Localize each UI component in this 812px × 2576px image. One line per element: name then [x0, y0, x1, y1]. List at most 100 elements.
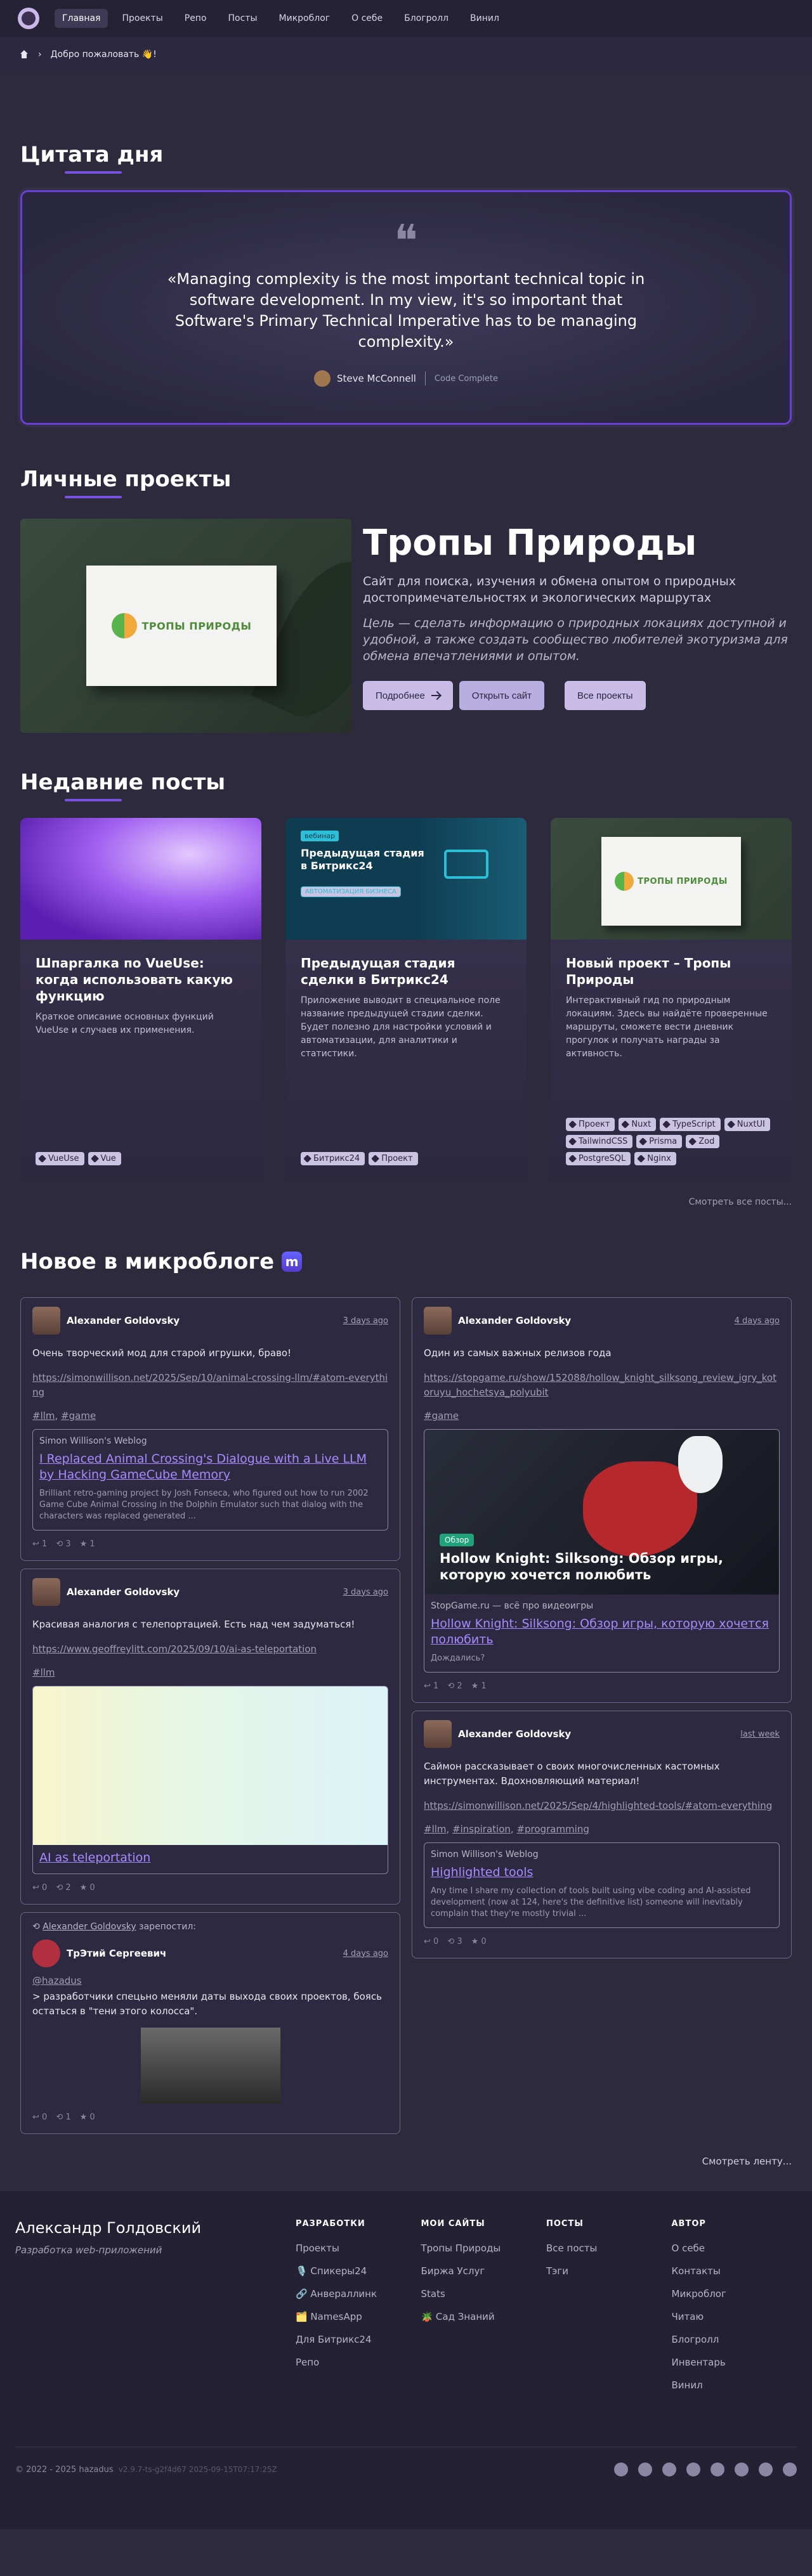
footer-link[interactable]: 🗂️ NamesApp: [296, 2311, 421, 2322]
avatar[interactable]: [32, 1307, 60, 1335]
link-card[interactable]: Simon Willison's Weblog Highlighted tool…: [424, 1842, 780, 1928]
github-icon[interactable]: [662, 2463, 676, 2476]
boost-icon[interactable]: ⟲ 3: [56, 1539, 70, 1549]
nav-home[interactable]: Главная: [55, 9, 108, 28]
reply-icon[interactable]: ↩ 1: [424, 1681, 438, 1691]
footer-link[interactable]: Микроблог: [672, 2288, 797, 2300]
boost-icon[interactable]: ⟲ 2: [56, 1883, 70, 1893]
tag[interactable]: Nuxt: [619, 1118, 657, 1131]
hashtag[interactable]: #inspiration: [452, 1823, 511, 1835]
footer-link[interactable]: Тэги: [546, 2265, 672, 2277]
footer-link[interactable]: Тропы Природы: [421, 2243, 546, 2254]
hashtag[interactable]: #llm: [32, 1410, 55, 1421]
post-title[interactable]: Новый проект – Тропы Природы: [566, 955, 776, 988]
footer-link[interactable]: Инвентарь: [672, 2357, 797, 2368]
footer-link[interactable]: Stats: [421, 2288, 546, 2300]
bluesky-icon[interactable]: [710, 2463, 724, 2476]
avatar[interactable]: [32, 1939, 60, 1967]
hashtag[interactable]: #programming: [516, 1823, 589, 1835]
post-card[interactable]: вебинар Предыдущая стадия в Битрикс24 АВ…: [285, 818, 527, 1179]
hashtag[interactable]: #game: [424, 1410, 459, 1421]
nav-blogroll[interactable]: Блогролл: [396, 9, 456, 28]
boost-icon[interactable]: ⟲ 1: [56, 2113, 70, 2122]
boost-icon[interactable]: ⟲ 2: [447, 1681, 462, 1691]
footer-link[interactable]: 🔗 Анвераллинк: [296, 2288, 421, 2300]
boost-icon[interactable]: ⟲ 3: [447, 1937, 462, 1946]
mention[interactable]: @hazadus: [32, 1974, 388, 1988]
reply-icon[interactable]: ↩ 0: [32, 1883, 47, 1893]
footer-link[interactable]: О себе: [672, 2243, 797, 2254]
hashtag[interactable]: #llm: [32, 1667, 55, 1678]
toot-time[interactable]: 4 days ago: [343, 1949, 388, 1958]
tag[interactable]: Nginx: [634, 1152, 676, 1165]
toot-link[interactable]: https://simonwillison.net/2025/Sep/4/hig…: [424, 1799, 780, 1813]
reply-icon[interactable]: ↩ 1: [32, 1539, 47, 1549]
star-icon[interactable]: ★ 1: [471, 1681, 487, 1691]
hashtag[interactable]: #llm: [424, 1823, 447, 1835]
card-title[interactable]: AI as teleportation: [33, 1845, 388, 1874]
nav-vinyl[interactable]: Винил: [462, 9, 507, 28]
footer-link[interactable]: Винил: [672, 2379, 797, 2391]
mastodon-icon[interactable]: m: [282, 1252, 303, 1272]
tag[interactable]: Проект: [566, 1118, 615, 1131]
tag[interactable]: Битрикс24: [301, 1152, 365, 1165]
toot-link[interactable]: https://simonwillison.net/2025/Sep/10/an…: [32, 1371, 388, 1400]
telegram-icon[interactable]: [614, 2463, 628, 2476]
toot-time[interactable]: 3 days ago: [343, 1588, 388, 1597]
toot-time[interactable]: 3 days ago: [343, 1316, 388, 1326]
rss-icon[interactable]: [735, 2463, 749, 2476]
author-name[interactable]: Alexander Goldovsky: [458, 1315, 728, 1326]
home-icon[interactable]: [19, 50, 29, 59]
footer-link[interactable]: Для Битрикс24: [296, 2334, 421, 2345]
footer-link[interactable]: Контакты: [672, 2265, 797, 2277]
toot-link[interactable]: https://stopgame.ru/show/152088/hollow_k…: [424, 1371, 780, 1400]
star-icon[interactable]: ★ 1: [80, 1539, 95, 1549]
project-image[interactable]: ТРОПЫ ПРИРОДЫ: [20, 519, 351, 733]
post-title[interactable]: Шпаргалка по VueUse: когда использовать …: [36, 955, 246, 1004]
mastodon-icon[interactable]: [686, 2463, 700, 2476]
footer-link[interactable]: Репо: [296, 2357, 421, 2368]
card-title[interactable]: Hollow Knight: Silksong: Обзор игры, кот…: [424, 1611, 779, 1648]
toot-time[interactable]: last week: [740, 1730, 780, 1739]
reply-icon[interactable]: ↩ 0: [424, 1937, 438, 1946]
nav-microblog[interactable]: Микроблог: [272, 9, 338, 28]
lastfm-icon[interactable]: [759, 2463, 773, 2476]
footer-link[interactable]: Проекты: [296, 2243, 421, 2254]
avatar[interactable]: [424, 1720, 452, 1748]
toot-link[interactable]: https://www.geoffreylitt.com/2025/09/10/…: [32, 1642, 388, 1657]
see-feed-link[interactable]: Смотреть ленту...: [20, 2156, 792, 2167]
nav-about[interactable]: О себе: [344, 9, 390, 28]
hashtag[interactable]: #game: [61, 1410, 96, 1421]
avatar[interactable]: [32, 1578, 60, 1606]
tag[interactable]: TailwindCSS: [566, 1135, 633, 1148]
nav-repo[interactable]: Репо: [177, 9, 214, 28]
tag[interactable]: Prisma: [636, 1135, 683, 1148]
see-all-posts-link[interactable]: Смотреть все посты...: [20, 1197, 792, 1207]
all-projects-button[interactable]: Все проекты: [564, 681, 646, 710]
link-card[interactable]: Simon Willison's Weblog I Replaced Anima…: [32, 1429, 388, 1531]
footer-link[interactable]: Все посты: [546, 2243, 672, 2254]
post-card[interactable]: ТРОПЫ ПРИРОДЫ Новый проект – Тропы Приро…: [551, 818, 792, 1179]
reply-icon[interactable]: ↩ 0: [32, 2113, 47, 2122]
avatar[interactable]: [424, 1307, 452, 1335]
tag[interactable]: TypeScript: [660, 1118, 721, 1131]
link-card[interactable]: Обзор Hollow Knight: Silksong: Обзор игр…: [424, 1429, 780, 1673]
toot-time[interactable]: 4 days ago: [735, 1316, 780, 1326]
author-name[interactable]: Alexander Goldovsky: [458, 1728, 734, 1740]
author-name[interactable]: Alexander Goldovsky: [67, 1586, 337, 1598]
tag[interactable]: Vue: [88, 1152, 121, 1165]
toot-image[interactable]: [140, 2028, 280, 2104]
footer-link[interactable]: 🎙️ Спикеры24: [296, 2265, 421, 2277]
footer-link[interactable]: 🪴 Сад Знаний: [421, 2311, 546, 2322]
open-site-button[interactable]: Открыть сайт: [459, 681, 544, 710]
tag[interactable]: PostgreSQL: [566, 1152, 631, 1165]
nav-projects[interactable]: Проекты: [114, 9, 170, 28]
booster-name[interactable]: Alexander Goldovsky: [43, 1922, 136, 1932]
card-title[interactable]: I Replaced Animal Crossing's Dialogue wi…: [33, 1446, 388, 1483]
mail-icon[interactable]: [638, 2463, 652, 2476]
footer-link[interactable]: Блогролл: [672, 2334, 797, 2345]
card-title[interactable]: Highlighted tools: [424, 1860, 779, 1880]
post-title[interactable]: Предыдущая стадия сделки в Битрикс24: [301, 955, 511, 988]
author-name[interactable]: ТрЭтий Сергеевич: [67, 1948, 337, 1959]
more-button[interactable]: Подробнее: [363, 681, 453, 710]
